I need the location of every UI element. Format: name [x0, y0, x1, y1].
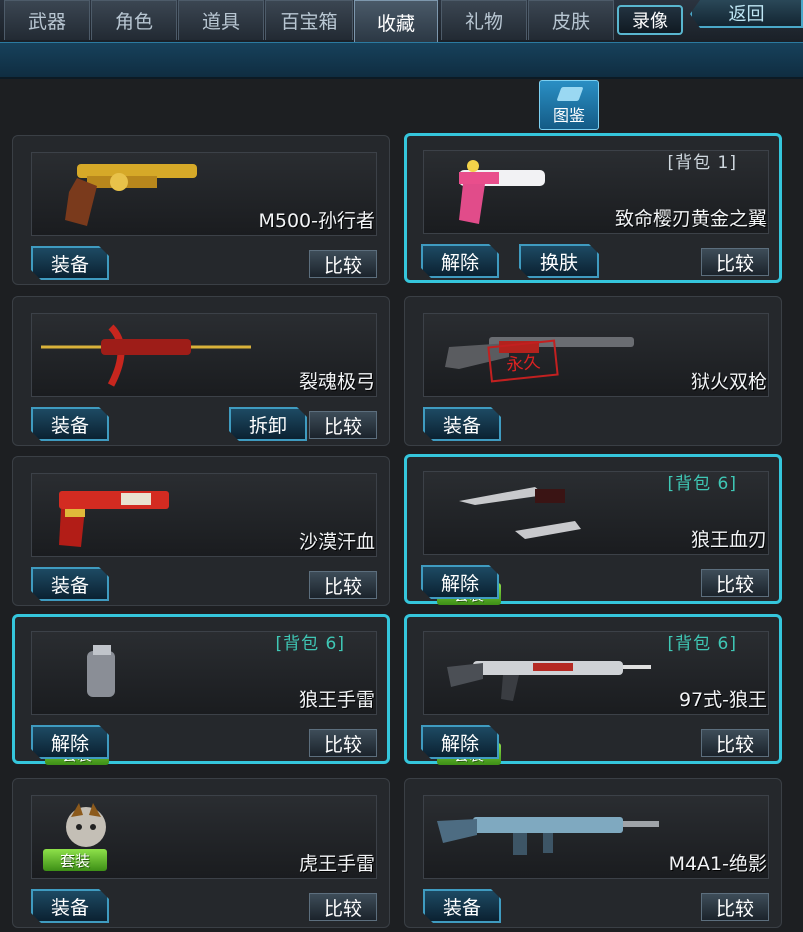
grenade-icon: [87, 645, 115, 697]
compare-button[interactable]: 比较: [701, 569, 769, 597]
tab-weapons[interactable]: 武器: [4, 0, 90, 40]
compare-button[interactable]: 比较: [309, 250, 377, 278]
pistol-icon: [59, 491, 169, 547]
compare-button[interactable]: 比较: [309, 729, 377, 757]
equip-button[interactable]: 装备: [423, 407, 501, 441]
tab-skins[interactable]: 皮肤: [528, 0, 614, 40]
item-card-m4a1[interactable]: M4A1-绝影 装备 比较: [404, 778, 782, 928]
unequip-button[interactable]: 解除: [421, 244, 499, 278]
tab-bar: 武器 角色 道具 百宝箱 收藏 礼物 皮肤 录像 返回: [0, 0, 803, 44]
compare-button[interactable]: 比较: [309, 411, 377, 439]
item-name: M4A1-绝影: [668, 853, 767, 875]
compare-button[interactable]: 比较: [701, 248, 769, 276]
catalog-button[interactable]: 图鉴: [539, 80, 599, 130]
item-card-type97-wolf[interactable]: [背包 6] 套装 97式-狼王 解除 比较: [404, 614, 782, 765]
compare-button[interactable]: 比较: [701, 893, 769, 921]
item-card-tiger-grenade[interactable]: 套装 虎王手雷 装备 比较: [12, 778, 390, 928]
book-icon: [556, 87, 584, 101]
back-button[interactable]: 返回: [690, 0, 803, 28]
item-name: 97式-狼王: [678, 689, 767, 711]
catalog-label: 图鉴: [552, 106, 585, 125]
equip-button[interactable]: 装备: [31, 567, 109, 601]
change-skin-button[interactable]: 换肤: [519, 244, 599, 278]
item-card-sakura-blade[interactable]: [背包 1] 致命樱刃黄金之翼 解除 换肤 比较: [404, 133, 782, 283]
tab-collection[interactable]: 收藏: [354, 0, 438, 44]
sub-header-strip: [0, 42, 803, 79]
record-button[interactable]: 录像: [617, 5, 683, 35]
equip-button[interactable]: 装备: [423, 889, 501, 923]
item-name: 致命樱刃黄金之翼: [614, 208, 767, 230]
tab-gifts[interactable]: 礼物: [441, 0, 527, 40]
suit-badge: 套装: [43, 849, 107, 871]
blades-icon: [459, 487, 581, 539]
disassemble-button[interactable]: 拆卸: [229, 407, 307, 441]
backpack-badge: [背包 6]: [667, 474, 737, 494]
rifle-icon: [437, 817, 659, 855]
unequip-button[interactable]: 解除: [421, 725, 499, 759]
tab-characters[interactable]: 角色: [91, 0, 177, 40]
compare-button[interactable]: 比较: [309, 571, 377, 599]
compare-button[interactable]: 比较: [309, 893, 377, 921]
compare-button[interactable]: 比较: [701, 729, 769, 757]
item-name: 裂魂极弓: [298, 371, 375, 393]
equip-button[interactable]: 装备: [31, 246, 109, 280]
backpack-badge: [背包 1]: [667, 153, 737, 173]
item-card-crossbow[interactable]: 裂魂极弓 装备 拆卸 比较: [12, 296, 390, 446]
unequip-button[interactable]: 解除: [31, 725, 109, 759]
permanent-stamp: 永久: [487, 339, 559, 383]
unequip-button[interactable]: 解除: [421, 565, 499, 599]
equip-button[interactable]: 装备: [31, 889, 109, 923]
equip-button[interactable]: 装备: [31, 407, 109, 441]
item-card-wolf-blade[interactable]: [背包 6] 套装 狼王血刃 解除 比较: [404, 454, 782, 605]
item-card-hellfire-guns[interactable]: 永久 狱火双枪 装备: [404, 296, 782, 446]
item-card-desert-eagle[interactable]: 沙漠汗血 装备 比较: [12, 456, 390, 606]
item-name: 沙漠汗血: [298, 531, 375, 553]
tab-items[interactable]: 道具: [178, 0, 264, 40]
item-card-wolf-grenade[interactable]: [背包 6] 套装 狼王手雷 解除 比较: [12, 614, 390, 765]
backpack-badge: [背包 6]: [667, 634, 737, 654]
tab-treasure-box[interactable]: 百宝箱: [265, 0, 353, 40]
item-name: M500-孙行者: [258, 210, 375, 232]
item-name: 狼王血刃: [690, 529, 767, 551]
revolver-icon: [65, 164, 197, 226]
item-card-m500[interactable]: M500-孙行者 装备 比较: [12, 135, 390, 285]
crossbow-icon: [41, 324, 251, 387]
backpack-badge: [背包 6]: [275, 634, 345, 654]
item-name: 狱火双枪: [690, 371, 767, 393]
item-name: 狼王手雷: [298, 689, 375, 711]
rifle-icon: [447, 661, 651, 701]
pistol-icon: [459, 160, 545, 224]
item-name: 虎王手雷: [298, 853, 375, 875]
